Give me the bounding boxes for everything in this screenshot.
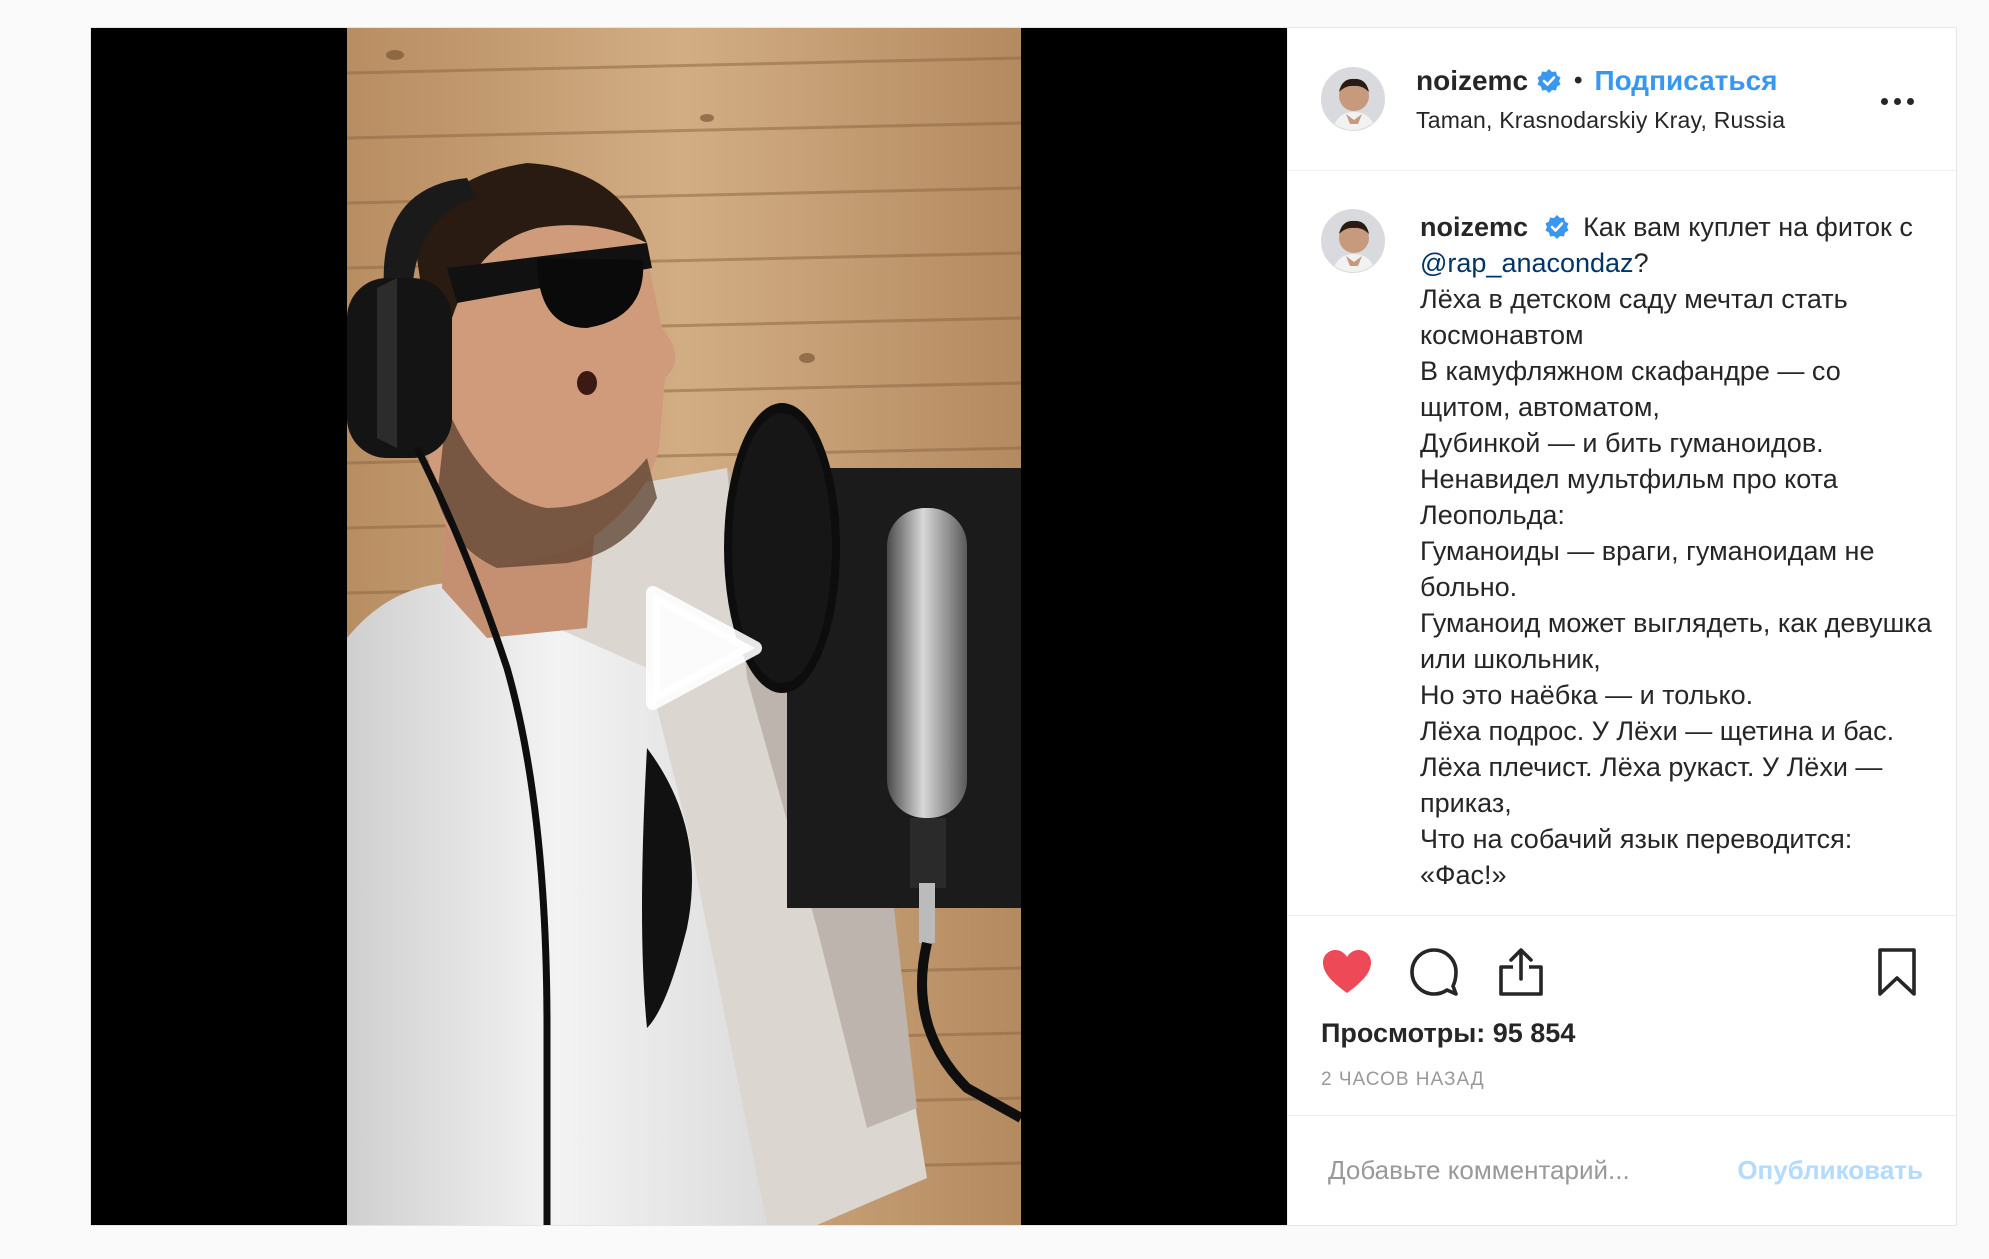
post-details-panel: noizemc • Подписаться Taman, Krasnodarsk… bbox=[1287, 28, 1956, 1225]
caption-section[interactable]: noizemc Как вам куплет на фиток с @rap_a… bbox=[1288, 171, 1956, 915]
comment-input[interactable] bbox=[1328, 1155, 1688, 1186]
caption-line: Но это наёбка — и только. bbox=[1420, 680, 1754, 710]
action-bar bbox=[1321, 946, 1923, 998]
verified-badge-icon bbox=[1544, 213, 1570, 239]
caption-line: Ненавидел мультфильм про кота Леопольда: bbox=[1420, 464, 1838, 530]
play-button[interactable] bbox=[635, 583, 765, 713]
caption-line: Дубинкой — и бить гуманоидов. bbox=[1420, 428, 1824, 458]
views-count[interactable]: Просмотры: 95 854 bbox=[1321, 1018, 1575, 1049]
caption-line: Гуманоид может выглядеть, как девушка ил… bbox=[1420, 608, 1932, 674]
more-options-icon[interactable] bbox=[1877, 94, 1918, 109]
caption-fade bbox=[1288, 897, 1956, 915]
post-header: noizemc • Подписаться Taman, Krasnodarsk… bbox=[1288, 28, 1956, 171]
bookmark-icon[interactable] bbox=[1871, 946, 1923, 998]
post-timestamp[interactable]: 2 часов назад bbox=[1321, 1069, 1485, 1091]
caption-line: Лёха в детском саду мечтал стать космона… bbox=[1420, 284, 1848, 350]
caption-text: noizemc Как вам куплет на фиток с @rap_a… bbox=[1420, 209, 1936, 915]
caption-line: Лёха подрос. У Лёхи — щетина и бас. bbox=[1420, 716, 1895, 746]
mention-link[interactable]: @rap_anacondaz bbox=[1420, 248, 1634, 278]
post-media[interactable] bbox=[91, 28, 1287, 1225]
caption-username[interactable]: noizemc bbox=[1420, 212, 1528, 242]
verified-badge-icon bbox=[1536, 68, 1562, 94]
mention-suffix: ? bbox=[1633, 248, 1649, 278]
caption-line: В камуфляжном скафандре — со щитом, авто… bbox=[1420, 356, 1841, 422]
play-icon bbox=[646, 586, 762, 710]
caption-line: Лёха плечист. Лёха рукаст. У Лёхи — прик… bbox=[1420, 752, 1883, 818]
instagram-post: noizemc • Подписаться Taman, Krasnodarsk… bbox=[90, 27, 1957, 1226]
avatar[interactable] bbox=[1321, 67, 1385, 131]
caption-avatar[interactable] bbox=[1321, 209, 1385, 273]
comment-form: Опубликовать bbox=[1288, 1115, 1956, 1225]
actions-section: Просмотры: 95 854 2 часов назад bbox=[1288, 915, 1956, 1115]
share-icon[interactable] bbox=[1495, 946, 1547, 998]
separator-dot: • bbox=[1574, 66, 1583, 94]
post-author-username[interactable]: noizemc bbox=[1416, 65, 1528, 97]
comment-icon[interactable] bbox=[1408, 946, 1460, 998]
publish-button[interactable]: Опубликовать bbox=[1737, 1155, 1923, 1186]
caption-first-text: Как вам куплет на фиток с bbox=[1583, 212, 1913, 242]
follow-button[interactable]: Подписаться bbox=[1594, 65, 1777, 97]
post-location[interactable]: Taman, Krasnodarskiy Kray, Russia bbox=[1416, 107, 1785, 134]
caption-line: Гуманоиды — враги, гуманоидам не больно. bbox=[1420, 536, 1875, 602]
heart-icon[interactable] bbox=[1321, 946, 1373, 998]
caption-line: Что на собачий язык переводится: «Фас!» bbox=[1420, 824, 1853, 890]
